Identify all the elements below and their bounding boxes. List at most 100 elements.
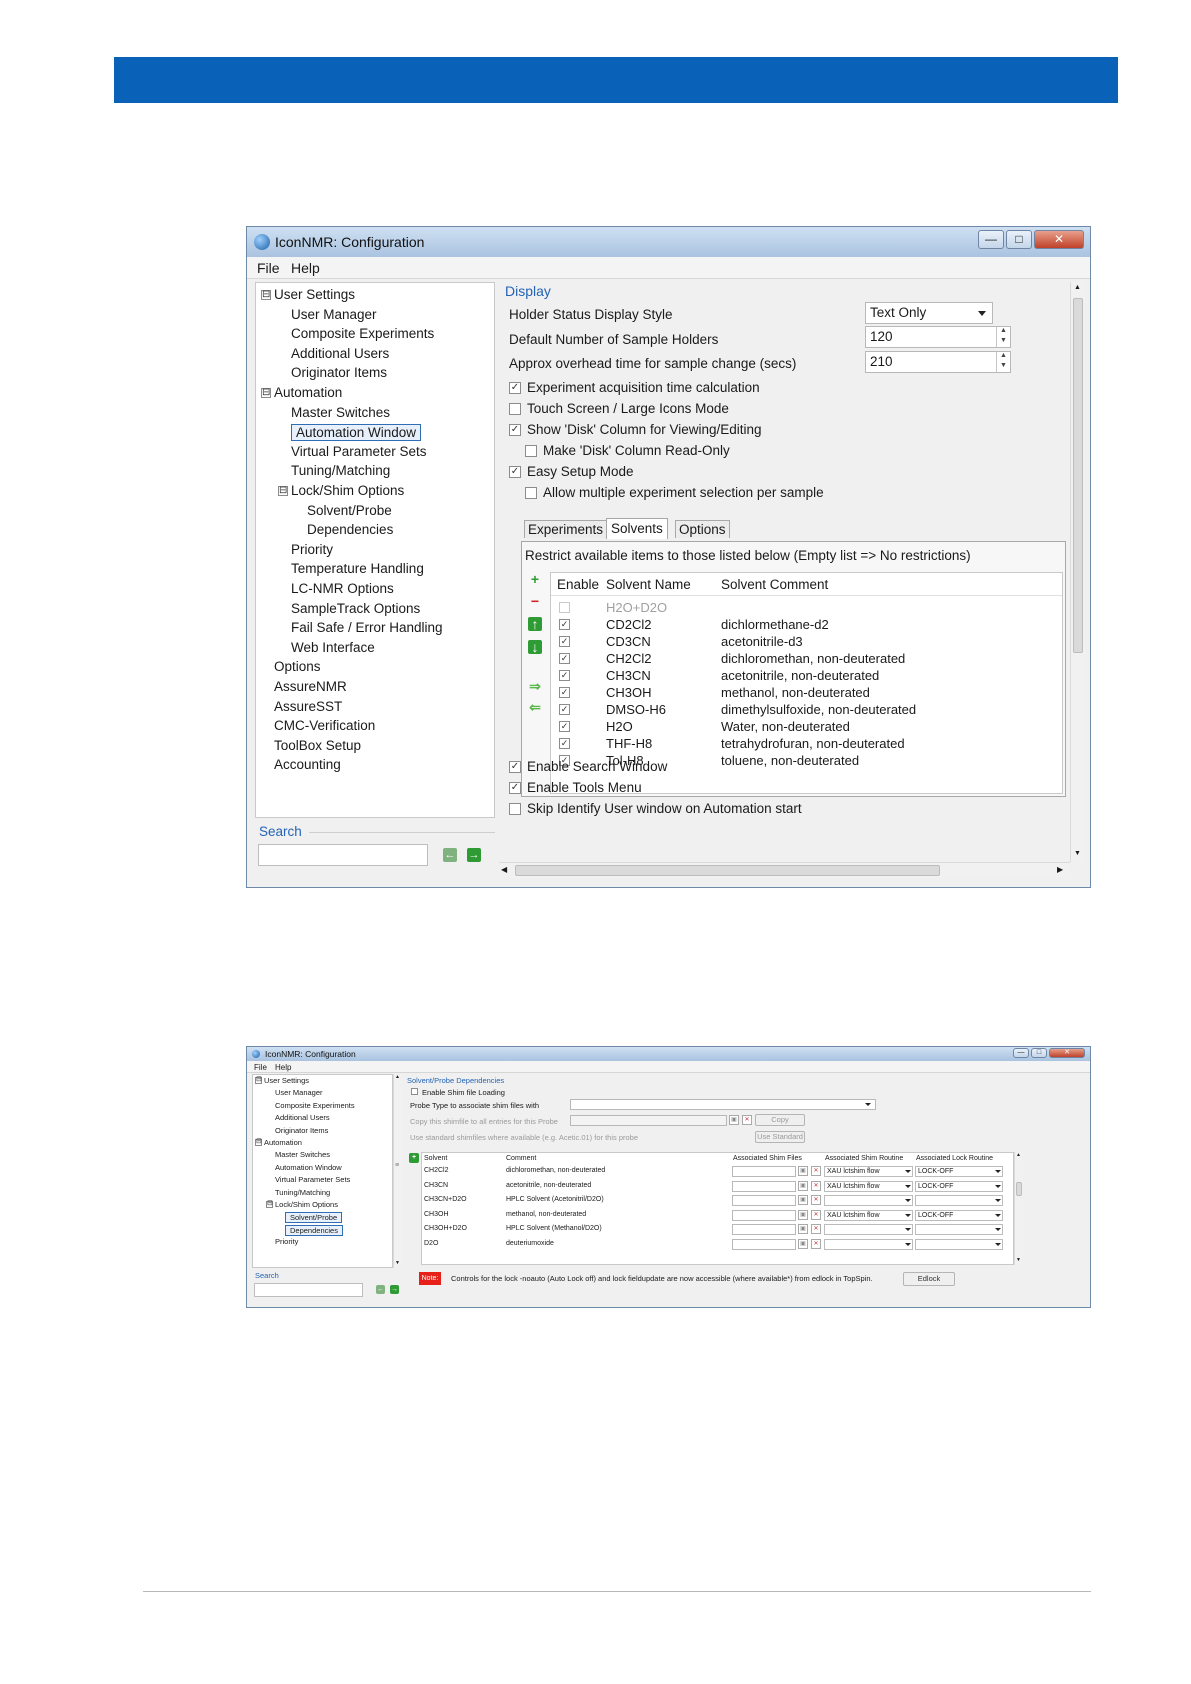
title-bar[interactable]: IconNMR: Configuration — □ ✕: [247, 227, 1090, 257]
solvent-comment-cell[interactable]: tetrahydrofuran, non-deuterated: [721, 736, 905, 751]
search-input[interactable]: [254, 1283, 363, 1297]
expand-collapse-icon[interactable]: ⊟: [278, 486, 288, 496]
holder-status-select[interactable]: Text Only: [865, 302, 993, 324]
tree-item-solvent-probe[interactable]: Solvent/Probe: [307, 503, 392, 518]
grid-header-solvent-name[interactable]: Solvent Name: [606, 577, 691, 592]
maximize-button[interactable]: □: [1006, 230, 1032, 249]
tree-item-automation[interactable]: Automation: [274, 385, 342, 400]
solvent-name-cell[interactable]: DMSO-H6: [606, 702, 666, 717]
solvent-name-cell[interactable]: CH3CN: [606, 668, 651, 683]
solvent-name-cell[interactable]: THF-H8: [606, 736, 652, 751]
default-holders-input[interactable]: 120 ▲ ▼: [865, 326, 1011, 348]
solvent-name-cell[interactable]: CD3CN: [606, 634, 651, 649]
grid-header-shim-files[interactable]: Associated Shim Files: [733, 1155, 802, 1162]
comment-cell[interactable]: HPLC Solvent (Methanol/D2O): [506, 1225, 602, 1232]
overhead-stepper[interactable]: ▲ ▼: [996, 352, 1010, 372]
tree-item-temperature-handling[interactable]: Temperature Handling: [291, 561, 424, 576]
minimize-button[interactable]: —: [1013, 1048, 1029, 1058]
shim-file-field[interactable]: [732, 1238, 796, 1250]
solvent-name-cell[interactable]: H2O: [606, 719, 633, 734]
horizontal-scroll-thumb[interactable]: [515, 865, 940, 876]
move-up-icon[interactable]: ↑: [528, 617, 542, 631]
solvent-name-cell[interactable]: CH2Cl2: [606, 651, 652, 666]
scroll-up-icon[interactable]: ▲: [1016, 1152, 1021, 1158]
tree-item-fail-safe-error-handling[interactable]: Fail Safe / Error Handling: [291, 620, 443, 635]
solvent-enable-checkbox[interactable]: ✓: [559, 619, 570, 630]
tree-item-cmc-verification[interactable]: CMC-Verification: [274, 718, 375, 733]
tree-item-tuning-matching[interactable]: Tuning/Matching: [291, 463, 390, 478]
tree-item-automation-window[interactable]: Automation Window: [275, 1163, 342, 1172]
tree-scrollbar[interactable]: ▲ ≡ ▼: [393, 1074, 402, 1268]
search-input[interactable]: [258, 844, 428, 866]
scroll-thumb[interactable]: [1016, 1182, 1022, 1196]
close-button[interactable]: ✕: [1034, 230, 1084, 249]
overhead-input[interactable]: 210 ▲ ▼: [865, 351, 1011, 373]
solvent-comment-cell[interactable]: methanol, non-deuterated: [721, 685, 870, 700]
tree-item-options[interactable]: Options: [274, 659, 321, 674]
comment-cell[interactable]: methanol, non-deuterated: [506, 1211, 586, 1218]
tree-item-dependencies[interactable]: Dependencies: [285, 1224, 343, 1236]
solvent-comment-cell[interactable]: dichloromethan, non-deuterated: [721, 651, 905, 666]
tree-item-lc-nmr-options[interactable]: LC-NMR Options: [291, 581, 394, 596]
solvent-enable-checkbox[interactable]: ✓: [559, 670, 570, 681]
clear-file-icon[interactable]: ✕: [811, 1180, 821, 1191]
minimize-button[interactable]: —: [978, 230, 1004, 249]
shim-routine-select[interactable]: [824, 1238, 913, 1250]
option-checkbox[interactable]: [525, 445, 537, 457]
comment-cell[interactable]: acetonitrile, non-deuterated: [506, 1182, 591, 1189]
tree-item-virtual-parameter-sets[interactable]: Virtual Parameter Sets: [275, 1175, 350, 1184]
shimfile-input[interactable]: [570, 1115, 727, 1126]
tree-item-priority[interactable]: Priority: [291, 542, 333, 557]
tree-item-lock-shim-options[interactable]: Lock/Shim Options: [291, 483, 404, 498]
tree-item-tuning-matching[interactable]: Tuning/Matching: [275, 1188, 330, 1197]
tree-item-master-switches[interactable]: Master Switches: [275, 1150, 330, 1159]
menu-file[interactable]: File: [254, 1063, 267, 1072]
open-file-icon[interactable]: ▣: [798, 1195, 808, 1205]
lock-routine-select[interactable]: LOCK-OFF: [915, 1209, 1003, 1221]
tree-item-user-settings[interactable]: User Settings: [264, 1076, 309, 1085]
grid-header-solvent[interactable]: Solvent: [424, 1155, 447, 1162]
solvent-enable-checkbox[interactable]: ✓: [559, 636, 570, 647]
shim-routine-select[interactable]: XAU lctshim flow: [824, 1180, 913, 1192]
shim-file-field[interactable]: [732, 1209, 796, 1221]
shim-routine-select[interactable]: [824, 1195, 913, 1206]
open-file-icon[interactable]: ▣: [729, 1115, 739, 1125]
clear-file-icon[interactable]: ✕: [811, 1238, 821, 1249]
option-checkbox[interactable]: ✓: [509, 761, 521, 773]
comment-cell[interactable]: HPLC Solvent (Acetonitril/D2O): [506, 1196, 604, 1203]
open-file-icon[interactable]: ▣: [798, 1238, 808, 1249]
solvent-comment-cell[interactable]: Water, non-deuterated: [721, 719, 850, 734]
option-checkbox[interactable]: ✓: [509, 382, 521, 394]
expand-collapse-icon[interactable]: ⊟: [266, 1200, 273, 1208]
expand-collapse-icon[interactable]: ⊟: [255, 1138, 262, 1146]
option-checkbox[interactable]: ✓: [509, 782, 521, 794]
scroll-down-icon[interactable]: ▼: [1016, 1257, 1021, 1263]
search-next-icon[interactable]: →: [467, 848, 481, 862]
grid-header-comment[interactable]: Comment: [506, 1155, 536, 1162]
option-checkbox[interactable]: ✓: [509, 424, 521, 436]
tree-item-sampletrack-options[interactable]: SampleTrack Options: [291, 601, 420, 616]
tree-item-originator-items[interactable]: Originator Items: [291, 365, 387, 380]
solvent-cell[interactable]: D2O: [424, 1240, 438, 1247]
clear-file-icon[interactable]: ✕: [811, 1195, 821, 1205]
tree-item-accounting[interactable]: Accounting: [274, 757, 341, 772]
solvent-cell[interactable]: CH3OH+D2O: [424, 1225, 467, 1232]
close-button[interactable]: ✕: [1049, 1048, 1085, 1058]
tree-item-automation[interactable]: Automation: [264, 1138, 302, 1147]
tree-item-master-switches[interactable]: Master Switches: [291, 405, 390, 420]
expand-collapse-icon[interactable]: ⊟: [261, 290, 271, 300]
tree-item-toolbox-setup[interactable]: ToolBox Setup: [274, 738, 361, 753]
probe-type-select[interactable]: [570, 1099, 876, 1110]
shim-routine-select[interactable]: [824, 1224, 913, 1235]
open-file-icon[interactable]: ▣: [798, 1224, 808, 1234]
solvent-comment-cell[interactable]: acetonitrile-d3: [721, 634, 803, 649]
grid-header-shim-routine[interactable]: Associated Shim Routine: [825, 1155, 903, 1162]
tree-item-dependencies[interactable]: Dependencies: [307, 522, 393, 537]
option-checkbox[interactable]: [525, 487, 537, 499]
lock-routine-select[interactable]: [915, 1224, 1003, 1235]
title-bar[interactable]: IconNMR: Configuration — □ ✕: [247, 1047, 1090, 1061]
solvent-name-cell[interactable]: CH3OH: [606, 685, 652, 700]
solvent-enable-checkbox[interactable]: ✓: [559, 653, 570, 664]
search-next-icon[interactable]: →: [390, 1285, 399, 1294]
clear-file-icon[interactable]: ✕: [742, 1115, 752, 1125]
